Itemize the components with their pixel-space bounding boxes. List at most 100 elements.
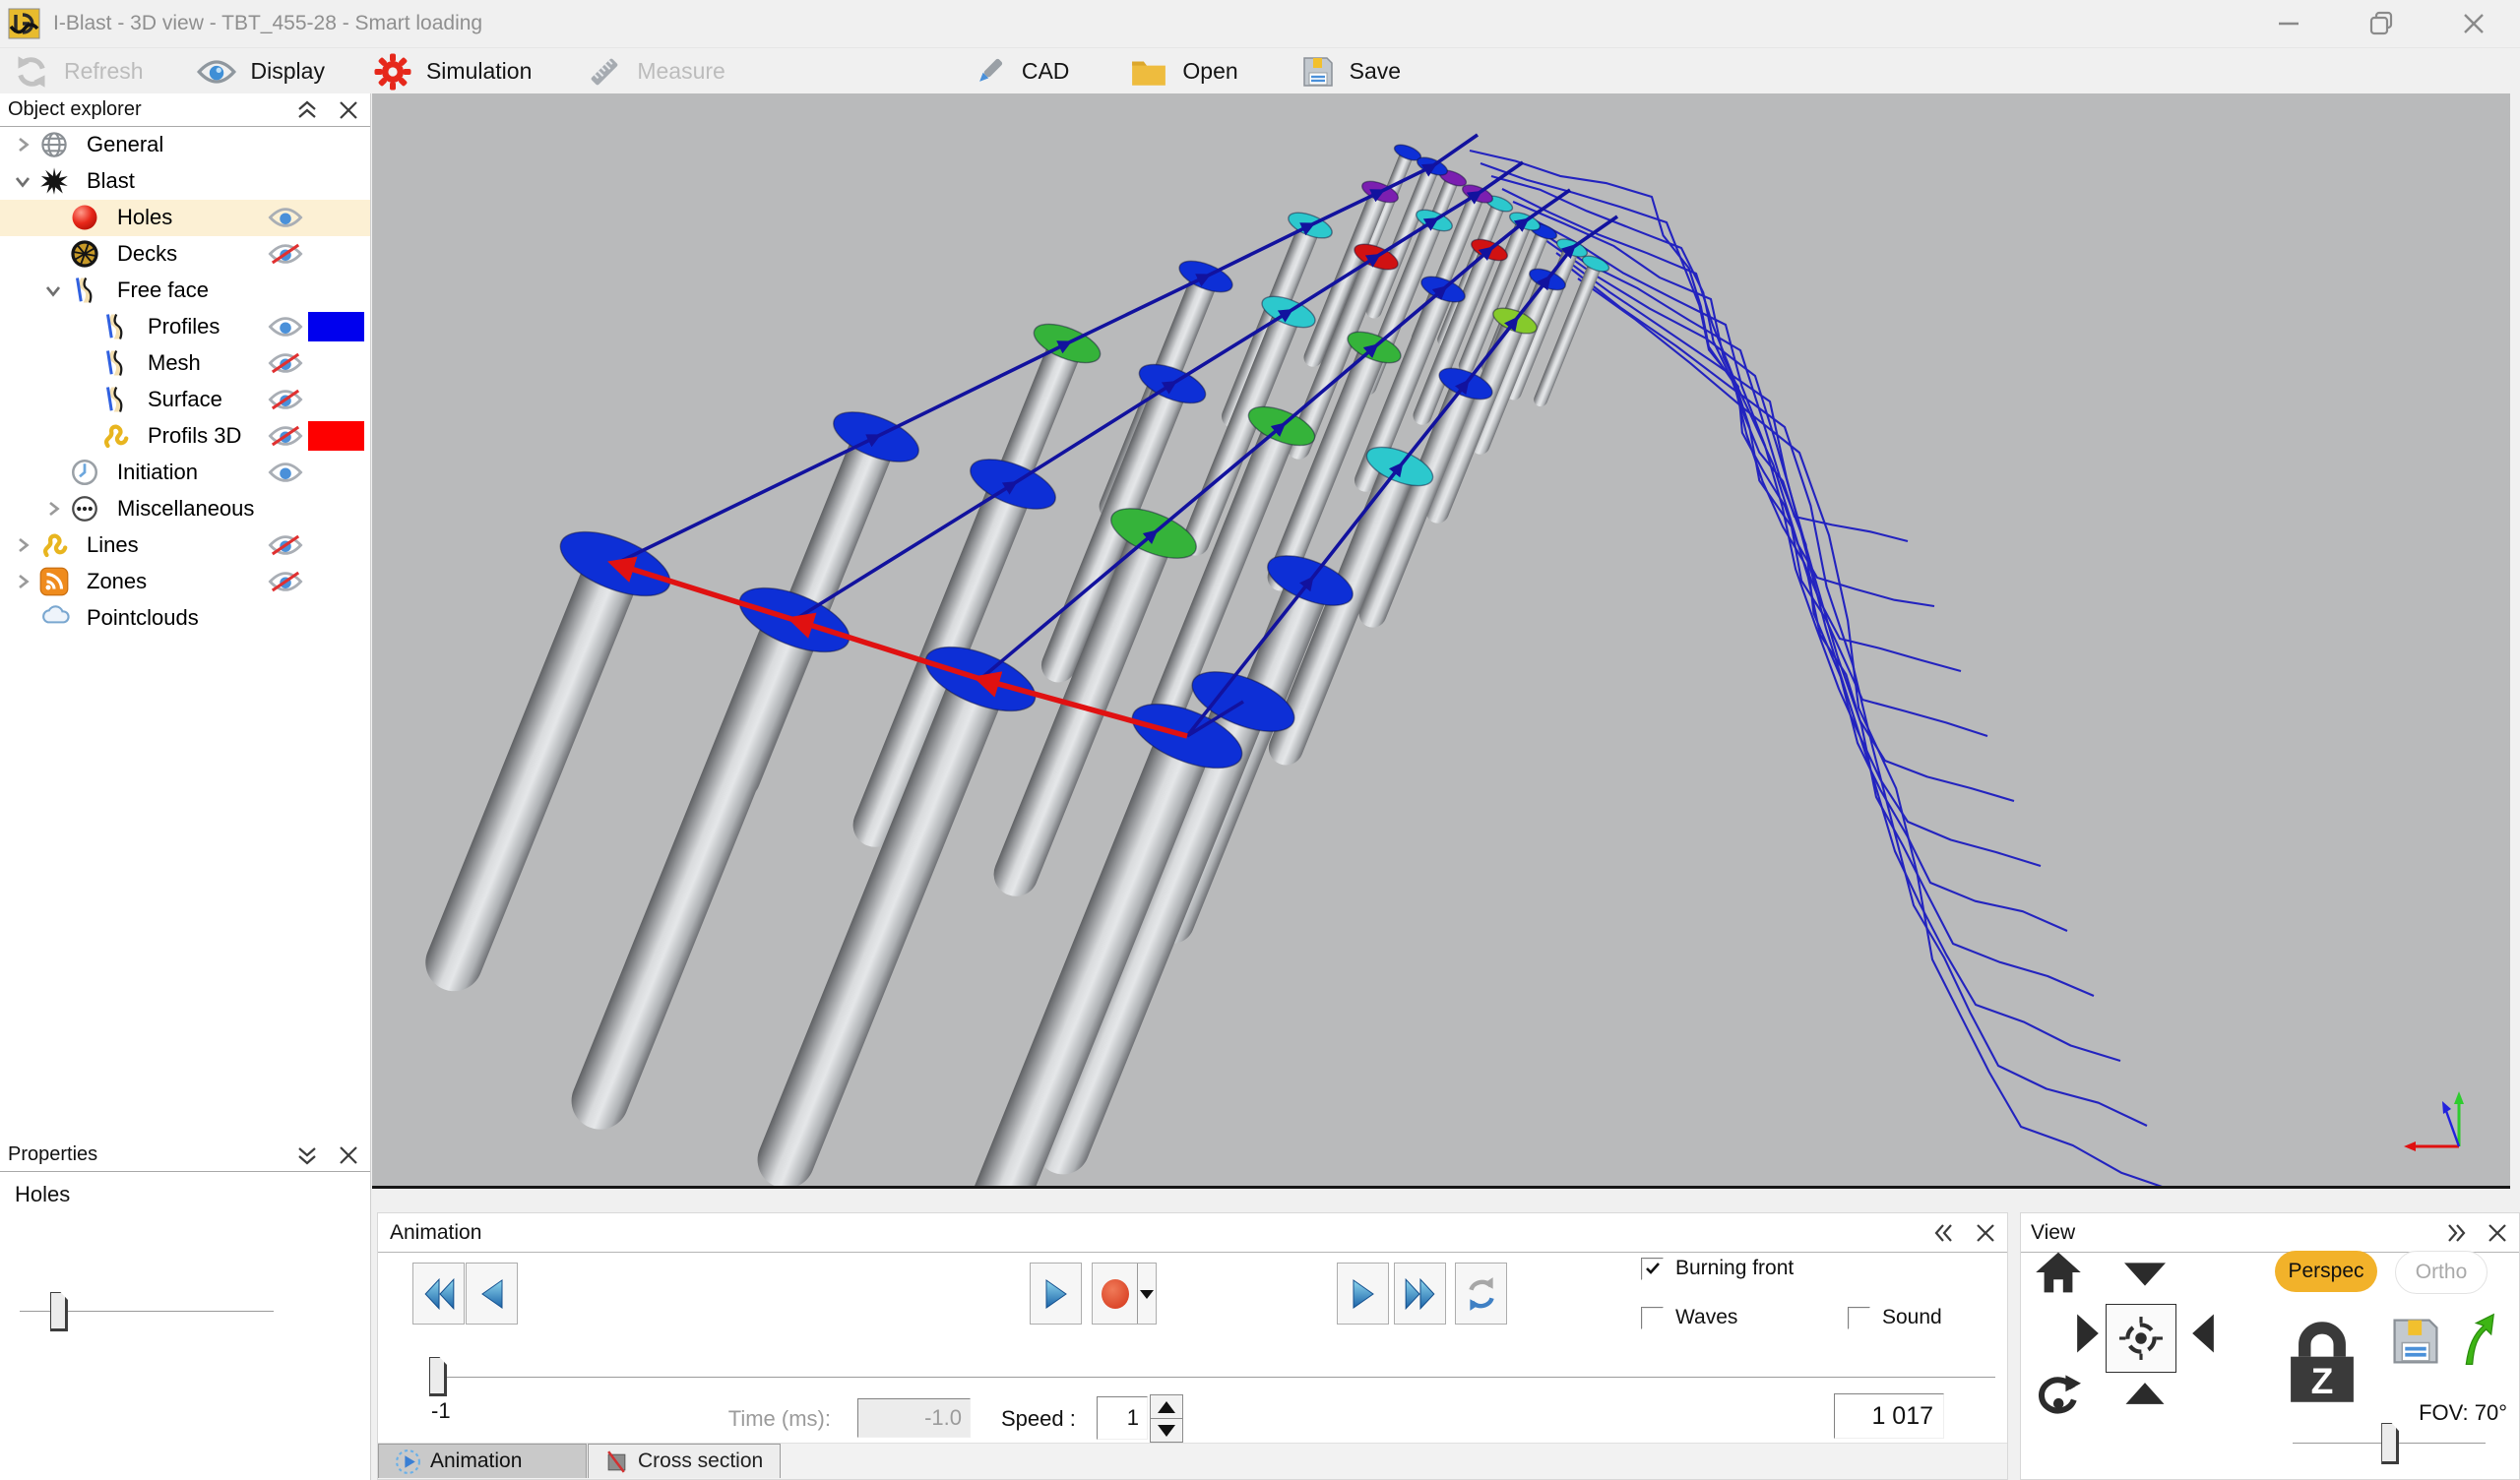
restore-button[interactable]	[2335, 0, 2427, 47]
visibility-eye-off-icon[interactable]	[268, 424, 303, 448]
pan-up-button[interactable]	[2121, 1381, 2169, 1406]
toolbar-label-open: Open	[1182, 58, 1237, 85]
rotate-view-button[interactable]	[2033, 1373, 2082, 1420]
toolbar-item-measure[interactable]: Measure	[587, 54, 724, 90]
speed-stepper[interactable]	[1150, 1394, 1183, 1442]
expand-panel-icon[interactable]	[2444, 1221, 2468, 1245]
tree-item-free-face[interactable]: Free face	[0, 273, 370, 309]
record-dropdown-arrow-icon[interactable]	[1138, 1282, 1156, 1306]
play-button[interactable]	[1030, 1263, 1082, 1325]
burning-front-checkbox-row[interactable]: Burning front	[1641, 1257, 1794, 1280]
waves-checkbox-row[interactable]: Waves	[1641, 1306, 1737, 1329]
chevron-right-icon[interactable]	[14, 573, 32, 590]
color-swatch[interactable]	[308, 312, 364, 341]
frame-counter-field[interactable]: 1 017	[1834, 1393, 1944, 1439]
home-view-button[interactable]	[2035, 1251, 2082, 1294]
pan-right-button[interactable]	[2075, 1310, 2101, 1357]
animation-panel-title: Animation	[390, 1221, 481, 1245]
visibility-eye-off-icon[interactable]	[268, 351, 303, 375]
toolbar-item-open[interactable]: Open	[1130, 56, 1237, 88]
timeline-slider-track[interactable]	[435, 1377, 1995, 1379]
3d-viewport[interactable]	[372, 93, 2510, 1189]
step-back-button[interactable]	[466, 1263, 518, 1325]
time-field[interactable]: -1.0	[857, 1398, 971, 1438]
holes-size-slider-thumb[interactable]	[50, 1292, 68, 1331]
tree-item-initiation[interactable]: Initiation	[0, 455, 370, 491]
chevron-right-icon[interactable]	[44, 500, 62, 518]
tree-item-label: Mesh	[148, 350, 201, 376]
tree-item-miscellaneous[interactable]: Miscellaneous	[0, 491, 370, 527]
rewind-button[interactable]	[412, 1263, 465, 1325]
close-panel-icon[interactable]	[337, 1143, 360, 1167]
tree-item-general[interactable]: General	[0, 127, 370, 163]
step-forward-button[interactable]	[1337, 1263, 1389, 1325]
ortho-toggle[interactable]: Ortho	[2395, 1251, 2488, 1294]
tree-item-profils-3d[interactable]: Profils 3D	[0, 418, 370, 455]
visibility-eye-off-icon[interactable]	[268, 242, 303, 266]
center-view-button[interactable]	[2106, 1304, 2176, 1373]
fast-forward-button[interactable]	[1394, 1263, 1446, 1325]
pan-down-button[interactable]	[2121, 1261, 2169, 1288]
close-button[interactable]	[2427, 0, 2520, 47]
close-panel-icon[interactable]	[337, 98, 360, 122]
pan-left-button[interactable]	[2190, 1310, 2216, 1357]
visibility-eye-icon[interactable]	[268, 315, 303, 339]
tab-animation[interactable]: Animation	[378, 1444, 587, 1478]
collapse-panel-icon[interactable]	[1932, 1221, 1956, 1245]
view-panel-title: View	[2031, 1221, 2075, 1245]
tree-item-mesh[interactable]: Mesh	[0, 345, 370, 382]
holes-icon	[70, 203, 99, 232]
save-view-button[interactable]	[2390, 1316, 2441, 1367]
minimize-button[interactable]	[2242, 0, 2335, 47]
loop-button[interactable]	[1455, 1263, 1507, 1325]
chevron-right-icon[interactable]	[14, 536, 32, 554]
collapse-panel-icon[interactable]	[295, 1143, 319, 1167]
chevron-down-icon[interactable]	[44, 281, 62, 299]
sound-checkbox-row[interactable]: Sound	[1848, 1306, 1942, 1329]
app-logo-icon	[8, 7, 41, 40]
record-icon	[1096, 1274, 1135, 1314]
export-up-button[interactable]	[2460, 1312, 2497, 1367]
visibility-eye-icon[interactable]	[268, 206, 303, 229]
speed-field[interactable]: 1	[1097, 1396, 1148, 1440]
toolbar-item-refresh[interactable]: Refresh	[14, 54, 144, 90]
tree-item-profiles[interactable]: Profiles	[0, 309, 370, 345]
chevron-right-icon[interactable]	[14, 136, 32, 154]
fov-slider-thumb[interactable]	[2381, 1423, 2399, 1464]
tab-cross-section[interactable]: Cross section	[588, 1444, 781, 1478]
blast-3d-scene[interactable]	[372, 93, 2510, 1186]
visibility-eye-off-icon[interactable]	[268, 533, 303, 557]
speed-down-button[interactable]	[1150, 1419, 1183, 1443]
visibility-eye-off-icon[interactable]	[268, 570, 303, 593]
tree-item-decks[interactable]: Decks	[0, 236, 370, 273]
visibility-eye-off-icon[interactable]	[268, 388, 303, 411]
sound-checkbox[interactable]	[1848, 1307, 1870, 1329]
toolbar-item-save[interactable]: Save	[1301, 55, 1401, 89]
tree-item-zones[interactable]: Zones	[0, 564, 370, 600]
tree-item-pointclouds[interactable]: Pointclouds	[0, 600, 370, 637]
free-face-profile-curve	[1524, 215, 2041, 866]
color-swatch[interactable]	[308, 421, 364, 451]
free-face-profile-curve	[1545, 240, 2094, 996]
burning-front-checkbox[interactable]	[1641, 1258, 1664, 1280]
title-bar: I-Blast - 3D view - TBT_455-28 - Smart l…	[0, 0, 2520, 47]
tree-item-holes[interactable]: Holes	[0, 200, 370, 236]
toolbar-item-cad[interactable]: CAD	[972, 54, 1070, 90]
collapse-panel-icon[interactable]	[295, 98, 319, 122]
burning-front-label: Burning front	[1675, 1257, 1794, 1280]
visibility-eye-icon[interactable]	[268, 461, 303, 484]
toolbar-item-simulation[interactable]: Simulation	[374, 53, 532, 91]
speed-up-button[interactable]	[1150, 1394, 1183, 1419]
timeline-slider-thumb[interactable]	[429, 1357, 447, 1396]
record-button[interactable]	[1092, 1263, 1157, 1325]
tree-item-blast[interactable]: Blast	[0, 163, 370, 200]
chevron-down-icon[interactable]	[14, 172, 32, 190]
waves-checkbox[interactable]	[1641, 1307, 1664, 1329]
lock-z-button[interactable]: Z	[2284, 1316, 2361, 1408]
close-panel-icon[interactable]	[1974, 1221, 1997, 1245]
tree-item-lines[interactable]: Lines	[0, 527, 370, 564]
tree-item-surface[interactable]: Surface	[0, 382, 370, 418]
toolbar-item-display[interactable]: Display	[197, 58, 325, 86]
close-panel-icon[interactable]	[2486, 1221, 2509, 1245]
perspective-toggle[interactable]: Perspec	[2275, 1251, 2377, 1292]
